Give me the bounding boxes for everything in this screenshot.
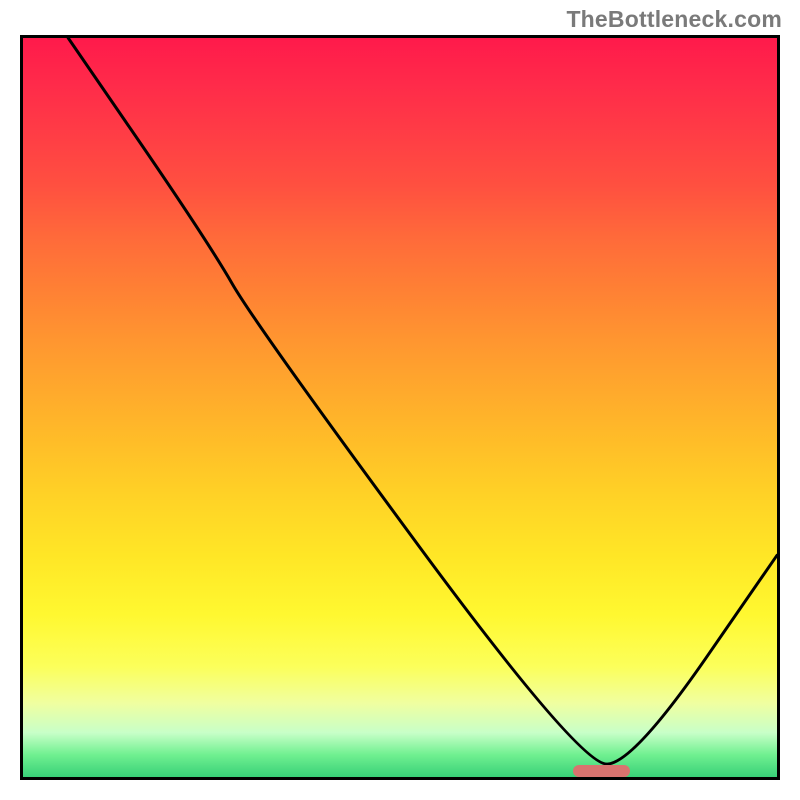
minimum-marker (573, 765, 630, 777)
chart-container: TheBottleneck.com (0, 0, 800, 800)
curve-svg (23, 38, 777, 777)
watermark-text: TheBottleneck.com (566, 6, 782, 33)
plot-area (20, 35, 780, 780)
bottleneck-curve (68, 38, 777, 764)
